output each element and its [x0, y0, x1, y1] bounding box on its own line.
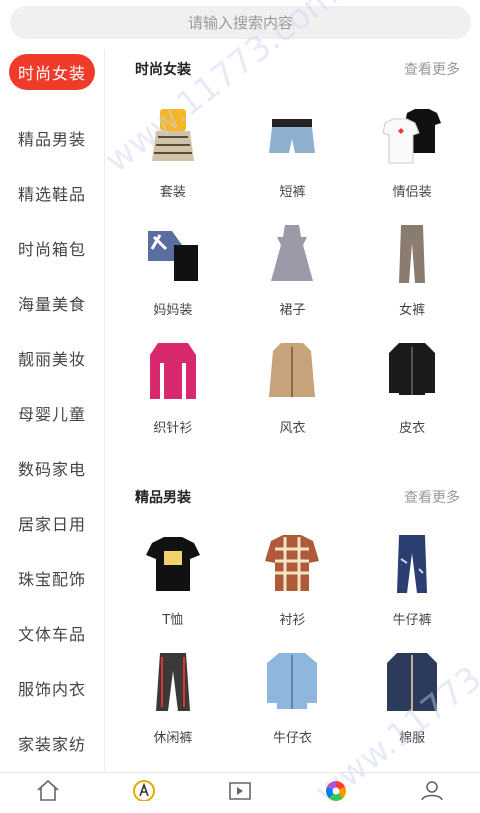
- women-pants-icon: [377, 219, 447, 289]
- denim-jacket-icon: [257, 647, 327, 717]
- product-category-item[interactable]: 休闲裤: [113, 640, 233, 758]
- product-category-item[interactable]: 裙子: [233, 212, 353, 330]
- sidebar-item-men[interactable]: 精品男装: [0, 110, 104, 165]
- product-category-item[interactable]: 衬衫: [233, 522, 353, 640]
- sidebar-item-label: 数码家电: [17, 459, 86, 479]
- sweater-icon: [138, 337, 208, 407]
- sidebar-item-label: 精选鞋品: [17, 184, 86, 204]
- product-category-label: 牛仔衣: [272, 731, 312, 746]
- product-category-label: 皮衣: [399, 421, 426, 436]
- sidebar-item-label: 文体车品: [17, 624, 86, 644]
- sidebar-item-underwear[interactable]: 服饰内衣: [0, 660, 104, 715]
- sidebar-item-shoes[interactable]: 精选鞋品: [0, 165, 104, 220]
- section-title: 时尚女装: [135, 62, 191, 78]
- product-category-label: T恤: [162, 613, 184, 628]
- product-grid: T恤 衬衫 牛仔裤休闲裤 牛仔衣 棉服: [105, 522, 480, 758]
- category-sidebar: 时尚女装 精品男装 精选鞋品 时尚箱包 海量美食 靓丽美妆 母婴儿童 数码家电 …: [0, 50, 105, 772]
- product-category-item[interactable]: 短裤: [233, 94, 353, 212]
- view-more-link[interactable]: 查看更多: [404, 487, 460, 507]
- product-category-item[interactable]: T恤: [113, 522, 233, 640]
- product-category-item[interactable]: 女裤: [352, 212, 472, 330]
- product-category-label: 裙子: [279, 303, 306, 318]
- product-category-label: 情侣装: [392, 185, 432, 200]
- sidebar-item-label: 服饰内衣: [17, 679, 86, 699]
- sidebar-item-home[interactable]: 居家日用: [0, 495, 104, 550]
- sidebar-item-label: 靓丽美妆: [17, 349, 86, 369]
- dress-icon: [257, 219, 327, 289]
- section-men: 精品男装 查看更多 T恤 衬衫 牛仔裤休闲裤 牛仔衣 棉服: [105, 478, 480, 758]
- casual-pants-icon: [138, 647, 208, 717]
- sidebar-item-label: 家装家纺: [17, 734, 86, 754]
- product-category-label: 休闲裤: [153, 731, 193, 746]
- sidebar-item-digital[interactable]: 数码家电: [0, 440, 104, 495]
- tshirt-icon: [138, 529, 208, 599]
- section-header: 时尚女装 查看更多: [105, 50, 480, 88]
- product-category-label: 衬衫: [279, 613, 306, 628]
- category-content: 时尚女装 查看更多 套装 短裤 情侣装妈妈装 裙子 女裤织针衫 风衣 皮衣 精品男装 查看更…: [105, 50, 480, 772]
- sidebar-item-food[interactable]: 海量美食: [0, 275, 104, 330]
- tab-discover[interactable]: [316, 779, 356, 801]
- bottom-tab-bar: [0, 772, 480, 801]
- trench-coat-icon: [257, 337, 327, 407]
- product-category-item[interactable]: 棉服: [352, 640, 472, 758]
- tab-home[interactable]: [28, 779, 68, 801]
- video-play-icon: [229, 782, 251, 800]
- product-category-label: 棉服: [399, 731, 426, 746]
- sidebar-item-label: 时尚女装: [17, 64, 86, 83]
- product-category-label: 女裤: [399, 303, 426, 318]
- sidebar-item-women[interactable]: 时尚女装: [9, 54, 95, 90]
- tab-video[interactable]: [220, 779, 260, 801]
- leather-jacket-icon: [377, 337, 447, 407]
- jeans-icon: [377, 529, 447, 599]
- product-category-label: 风衣: [279, 421, 306, 436]
- product-grid: 套装 短裤 情侣装妈妈装 裙子 女裤织针衫 风衣 皮衣: [105, 94, 480, 448]
- plaid-shirt-icon: [257, 529, 327, 599]
- product-category-item[interactable]: 织针衫: [113, 330, 233, 448]
- tab-profile[interactable]: [412, 779, 452, 801]
- sidebar-item-jewelry[interactable]: 珠宝配饰: [0, 550, 104, 605]
- product-category-label: 套装: [159, 185, 186, 200]
- sidebar-item-beauty[interactable]: 靓丽美妆: [0, 330, 104, 385]
- mom-outfit-icon: [138, 219, 208, 289]
- product-category-item[interactable]: 风衣: [233, 330, 353, 448]
- sidebar-item-label: 母婴儿童: [17, 404, 86, 424]
- sidebar-item-textiles[interactable]: 家装家纺: [0, 715, 104, 770]
- view-more-link[interactable]: 查看更多: [404, 59, 460, 79]
- sidebar-item-label: 海量美食: [17, 294, 86, 314]
- sidebar-item-bags[interactable]: 时尚箱包: [0, 220, 104, 275]
- section-women: 时尚女装 查看更多 套装 短裤 情侣装妈妈装 裙子 女裤织针衫 风衣 皮衣: [105, 50, 480, 448]
- outfit-set-icon: [138, 101, 208, 171]
- product-category-label: 短裤: [279, 185, 306, 200]
- profile-icon: [421, 781, 443, 801]
- search-input[interactable]: 请输入搜索内容: [10, 6, 471, 39]
- section-title: 精品男装: [135, 490, 191, 506]
- product-category-item[interactable]: 情侣装: [352, 94, 472, 212]
- product-category-item[interactable]: 套装: [113, 94, 233, 212]
- couple-tshirt-icon: [377, 101, 447, 171]
- color-wheel-icon: [326, 781, 346, 801]
- sidebar-item-sports[interactable]: 文体车品: [0, 605, 104, 660]
- section-header: 精品男装 查看更多: [105, 478, 480, 516]
- sidebar-item-baby[interactable]: 母婴儿童: [0, 385, 104, 440]
- search-placeholder: 请输入搜索内容: [187, 14, 293, 32]
- sidebar-item-label: 时尚箱包: [17, 239, 86, 259]
- sidebar-item-label: 居家日用: [17, 514, 86, 534]
- tab-a[interactable]: [124, 779, 164, 801]
- sidebar-item-label: 精品男装: [17, 129, 86, 149]
- product-category-label: 织针衫: [153, 421, 193, 436]
- product-category-item[interactable]: 妈妈装: [113, 212, 233, 330]
- product-category-label: 牛仔裤: [392, 613, 432, 628]
- sidebar-item-label: 珠宝配饰: [17, 569, 86, 589]
- a-badge-icon: [133, 780, 155, 801]
- product-category-item[interactable]: 牛仔衣: [233, 640, 353, 758]
- product-category-label: 妈妈装: [153, 303, 193, 318]
- product-category-item[interactable]: 皮衣: [352, 330, 472, 448]
- padded-coat-icon: [377, 647, 447, 717]
- home-icon: [37, 779, 59, 801]
- shorts-icon: [257, 101, 327, 171]
- product-category-item[interactable]: 牛仔裤: [352, 522, 472, 640]
